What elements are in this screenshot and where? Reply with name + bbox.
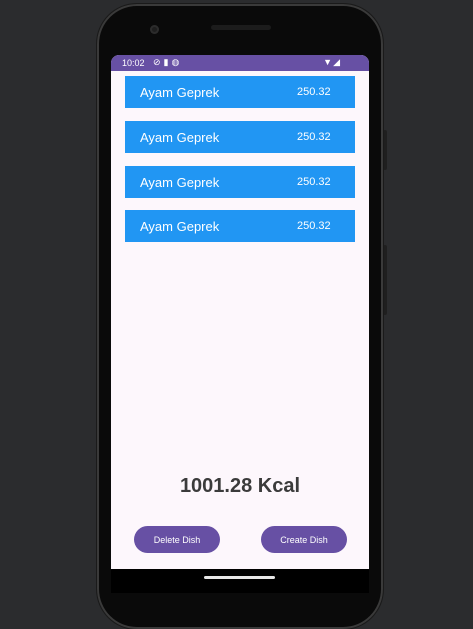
dish-item[interactable]: Ayam Geprek 250.32	[125, 121, 355, 153]
status-bar: 10:02 ⊘▮◍ ▼◢	[111, 55, 369, 71]
dish-calories: 250.32	[297, 131, 331, 143]
navigation-bar	[111, 569, 369, 593]
dish-item[interactable]: Ayam Geprek 250.32	[125, 210, 355, 242]
volume-button[interactable]	[383, 245, 387, 315]
dish-name: Ayam Geprek	[140, 130, 220, 145]
create-dish-button[interactable]: Create Dish	[261, 526, 347, 553]
dish-name: Ayam Geprek	[140, 85, 220, 100]
app-screen: 10:02 ⊘▮◍ ▼◢ Ayam Geprek 250.32 Ayam Gep…	[111, 55, 369, 569]
front-camera	[150, 25, 159, 34]
dish-calories: 250.32	[297, 176, 331, 188]
earpiece-speaker	[211, 25, 271, 30]
status-left-icons: ⊘▮◍	[153, 57, 182, 68]
dish-item[interactable]: Ayam Geprek 250.32	[125, 166, 355, 198]
status-right-icons: ▼◢	[323, 57, 341, 68]
sync-icon: ◍	[171, 57, 183, 67]
dish-calories: 250.32	[297, 220, 331, 232]
home-gesture-handle[interactable]	[204, 576, 275, 579]
delete-dish-button[interactable]: Delete Dish	[134, 526, 220, 553]
wifi-icon: ▼	[323, 57, 334, 67]
signal-icon: ◢	[333, 57, 341, 67]
do-not-disturb-icon: ⊘	[153, 57, 164, 67]
dish-name: Ayam Geprek	[140, 175, 220, 190]
total-calories: 1001.28 Kcal	[179, 475, 301, 497]
power-button[interactable]	[383, 130, 387, 170]
dish-name: Ayam Geprek	[140, 219, 220, 234]
status-time: 10:02	[122, 58, 145, 68]
dish-item[interactable]: Ayam Geprek 250.32	[125, 76, 355, 108]
dish-calories: 250.32	[297, 86, 331, 98]
sd-card-icon: ▮	[163, 57, 172, 67]
